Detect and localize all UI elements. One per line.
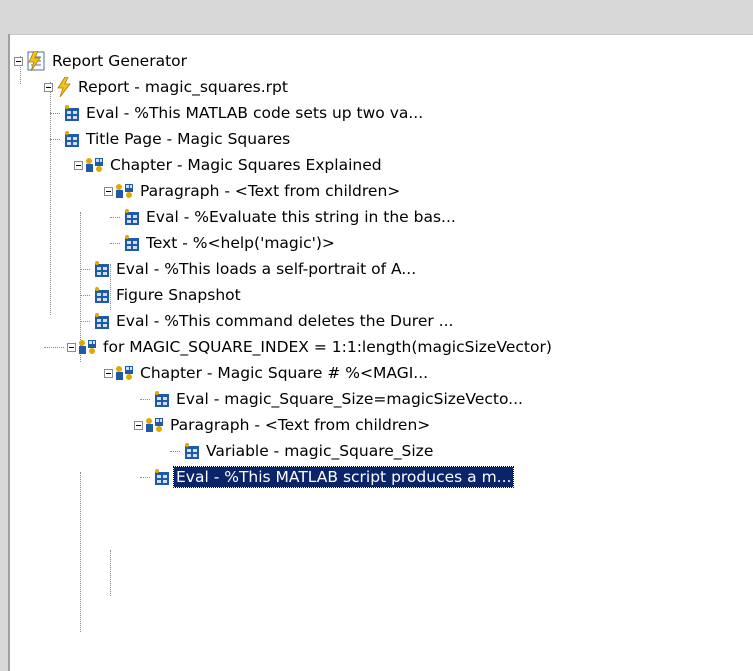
- report-generator-icon: [25, 51, 47, 71]
- tree-node-eval[interactable]: Eval - %This command deletes the Durer .…: [80, 308, 455, 334]
- tree-node-text[interactable]: Text - %<help('magic')>: [110, 230, 337, 256]
- component-group-icon: [85, 156, 105, 174]
- component-table-icon: [123, 234, 141, 252]
- component-table-icon: [93, 260, 111, 278]
- component-group-icon: [115, 364, 135, 382]
- component-table-icon: [93, 312, 111, 330]
- tree-node-label: Eval - %Evaluate this string in the bas.…: [146, 208, 456, 226]
- component-group-icon: [115, 182, 135, 200]
- tree-node-for-loop[interactable]: for MAGIC_SQUARE_INDEX = 1:1:length(magi…: [44, 334, 554, 360]
- lightning-icon: [55, 77, 73, 97]
- tree-node-label: Eval - %This command deletes the Durer .…: [116, 312, 454, 330]
- tree-node-label: Title Page - Magic Squares: [86, 130, 291, 148]
- tree-node-report[interactable]: Report - magic_squares.rpt: [44, 74, 290, 100]
- tree-node-chapter[interactable]: Chapter - Magic Square # %<MAGI...: [104, 360, 430, 386]
- tree-connector: [80, 472, 81, 632]
- collapse-toggle[interactable]: [14, 56, 23, 66]
- tree-connector: [110, 550, 111, 596]
- component-table-icon: [63, 130, 81, 148]
- tree-node-label: Eval - %This MATLAB code sets up two va.…: [86, 104, 424, 122]
- tree-node-label: Paragraph - <Text from children>: [170, 416, 431, 434]
- tree-node-eval[interactable]: Eval - %This loads a self-portrait of A.…: [80, 256, 418, 282]
- report-tree: Report Generator Report - magic_squares.…: [10, 42, 753, 671]
- tree-node-label: for MAGIC_SQUARE_INDEX = 1:1:length(magi…: [103, 338, 552, 356]
- component-table-icon: [153, 468, 171, 486]
- tree-node-chapter[interactable]: Chapter - Magic Squares Explained: [74, 152, 384, 178]
- tree-node-label: Chapter - Magic Square # %<MAGI...: [140, 364, 429, 382]
- component-group-icon: [78, 338, 98, 356]
- tree-node-label: Eval - magic_Square_Size=magicSizeVecto.…: [176, 390, 523, 408]
- component-group-icon: [145, 416, 165, 434]
- tree-node-variable[interactable]: Variable - magic_Square_Size: [170, 438, 435, 464]
- left-panel-edge: [0, 34, 10, 671]
- tree-node-figure-snapshot[interactable]: Figure Snapshot: [80, 282, 243, 308]
- tree-node-label: Text - %<help('magic')>: [146, 234, 335, 252]
- component-table-icon: [63, 104, 81, 122]
- tree-node-label: Variable - magic_Square_Size: [206, 442, 434, 460]
- collapse-toggle[interactable]: [74, 160, 83, 170]
- collapse-toggle[interactable]: [134, 420, 143, 430]
- tree-node-label: Eval - %This loads a self-portrait of A.…: [116, 260, 417, 278]
- tree-node-report-generator[interactable]: Report Generator: [14, 48, 189, 74]
- tree-node-title-page[interactable]: Title Page - Magic Squares: [50, 126, 292, 152]
- tree-node-label: Eval - %This MATLAB script produces a m.…: [172, 466, 515, 488]
- tree-node-eval-selected[interactable]: Eval - %This MATLAB script produces a m.…: [140, 464, 515, 490]
- tree-node-eval[interactable]: Eval - %Evaluate this string in the bas.…: [110, 204, 458, 230]
- tree-node-label: Figure Snapshot: [116, 286, 241, 304]
- collapse-toggle[interactable]: [104, 368, 113, 378]
- tree-node-eval[interactable]: Eval - %This MATLAB code sets up two va.…: [50, 100, 425, 126]
- collapse-toggle[interactable]: [104, 186, 113, 196]
- tree-node-eval[interactable]: Eval - magic_Square_Size=magicSizeVecto.…: [140, 386, 525, 412]
- tree-node-label: Chapter - Magic Squares Explained: [110, 156, 382, 174]
- collapse-toggle[interactable]: [44, 82, 53, 92]
- toolbar-strip: [0, 0, 753, 35]
- tree-node-paragraph[interactable]: Paragraph - <Text from children>: [134, 412, 432, 438]
- tree-node-label: Paragraph - <Text from children>: [140, 182, 401, 200]
- component-table-icon: [123, 208, 141, 226]
- tree-node-label: Report Generator: [52, 52, 188, 70]
- collapse-toggle[interactable]: [67, 342, 76, 352]
- tree-node-label: Report - magic_squares.rpt: [78, 78, 288, 96]
- component-table-icon: [183, 442, 201, 460]
- component-table-icon: [93, 286, 111, 304]
- component-table-icon: [153, 390, 171, 408]
- tree-node-paragraph[interactable]: Paragraph - <Text from children>: [104, 178, 402, 204]
